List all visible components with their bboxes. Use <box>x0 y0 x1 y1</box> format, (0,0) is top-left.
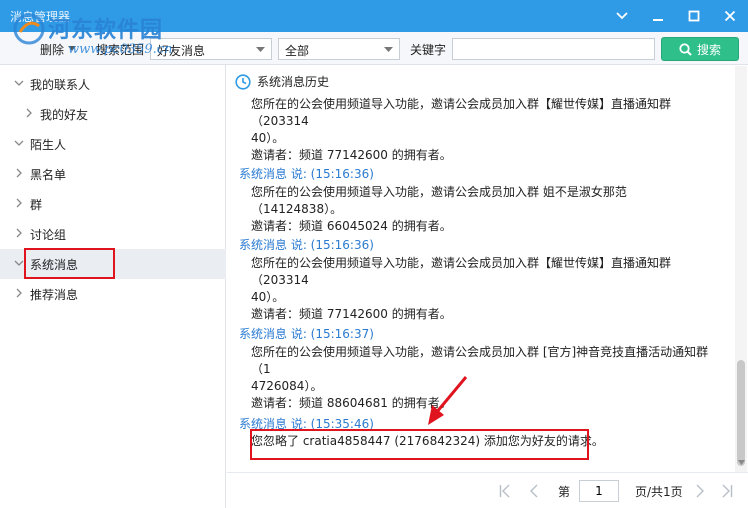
sidebar-item-label: 我的好友 <box>40 108 89 122</box>
chevron-right-icon <box>16 228 22 238</box>
scrollbar-thumb[interactable] <box>737 360 745 466</box>
title-bar: 消息管理器 <box>0 0 748 32</box>
minimize-button[interactable] <box>640 0 676 32</box>
message-meta: 系统消息 说: (15:16:37) <box>239 327 374 341</box>
message-body: 您所在的公会使用频道导入功能，邀请公会成员加入群 姐不是淑女那范（1412483… <box>251 185 627 233</box>
clock-icon <box>235 73 251 90</box>
history-title: 系统消息历史 <box>257 75 330 89</box>
sidebar-item-label: 讨论组 <box>30 228 67 242</box>
sidebar-item-label: 黑名单 <box>30 168 67 182</box>
maximize-icon <box>688 10 700 22</box>
highlight-box <box>250 429 589 460</box>
message-meta: 系统消息 说: (15:16:36) <box>239 167 374 181</box>
sidebar-item-discussions[interactable]: 讨论组 <box>0 219 226 249</box>
toolbar: 删除 搜索范围 好友消息 全部 关键字 搜索 <box>0 32 748 65</box>
message-history-panel: 系统消息历史 您所在的公会使用频道导入功能，邀请公会成员加入群【耀世传媒】直播通… <box>227 65 748 472</box>
sidebar-item-groups[interactable]: 群 <box>0 189 226 219</box>
highlight-box <box>24 248 115 279</box>
window-title: 消息管理器 <box>10 10 71 24</box>
first-page-icon[interactable] <box>499 484 511 498</box>
pager: 第 页/共1页 <box>227 472 748 508</box>
sidebar-item-recommended[interactable]: 推荐消息 <box>0 279 226 309</box>
close-icon <box>724 10 736 22</box>
dropdown-button[interactable] <box>604 0 640 32</box>
page-input[interactable] <box>579 480 619 502</box>
previous-page-icon[interactable] <box>529 484 539 498</box>
sidebar-item-strangers[interactable]: 陌生人 <box>0 129 226 159</box>
search-button[interactable]: 搜索 <box>661 37 739 61</box>
maximize-button[interactable] <box>676 0 712 32</box>
annotation-arrow-icon <box>428 376 468 425</box>
page-total-label: 页/共1页 <box>635 485 683 499</box>
caret-down-icon[interactable] <box>68 46 76 51</box>
delete-button[interactable]: 删除 <box>40 41 64 58</box>
scope-select[interactable]: 好友消息 <box>150 38 272 60</box>
vertical-scrollbar[interactable] <box>735 66 747 472</box>
sidebar-item-label: 我的联系人 <box>30 78 91 92</box>
last-page-icon[interactable] <box>721 484 733 498</box>
scroll-down-icon[interactable] <box>738 460 745 465</box>
message-body: 您所在的公会使用频道导入功能，邀请公会成员加入群【耀世传媒】直播通知群（2033… <box>251 256 672 321</box>
sidebar-item-label: 推荐消息 <box>30 288 79 302</box>
scope-select-value: 好友消息 <box>157 44 206 58</box>
caret-down-icon <box>256 47 265 52</box>
page-label: 第 <box>558 485 571 499</box>
message-body: 您所在的公会使用频道导入功能，邀请公会成员加入群【耀世传媒】直播通知群（2033… <box>251 97 672 162</box>
chevron-down-icon <box>616 12 628 20</box>
caret-down-icon <box>384 47 393 52</box>
message-meta: 系统消息 说: (15:16:36) <box>239 238 374 252</box>
sidebar-item-friends[interactable]: 我的好友 <box>0 99 226 129</box>
search-icon <box>679 42 692 56</box>
sidebar-item-label: 群 <box>30 198 43 212</box>
minimize-icon <box>653 19 663 21</box>
chevron-right-icon <box>16 288 22 298</box>
range-select-value: 全部 <box>285 44 310 58</box>
chevron-right-icon <box>26 108 32 118</box>
message-body: 您所在的公会使用频道导入功能，邀请公会成员加入群 [官方]神音竞技直播活动通知群… <box>251 345 709 410</box>
sidebar-item-blacklist[interactable]: 黑名单 <box>0 159 226 189</box>
next-page-icon[interactable] <box>695 484 705 498</box>
chevron-right-icon <box>16 198 22 208</box>
window-controls <box>604 0 748 32</box>
chevron-down-icon <box>14 260 24 266</box>
keyword-input[interactable] <box>452 38 655 60</box>
keyword-label: 关键字 <box>410 43 447 57</box>
chevron-right-icon <box>16 168 22 178</box>
sidebar-item-contacts[interactable]: 我的联系人 <box>0 69 226 99</box>
search-button-label: 搜索 <box>696 42 721 57</box>
close-button[interactable] <box>712 0 748 32</box>
sidebar: 我的联系人 我的好友 陌生人 黑名单 群 讨论组 系统消息 推荐消息 <box>0 65 226 508</box>
range-select[interactable]: 全部 <box>278 38 400 60</box>
chevron-down-icon <box>14 80 24 86</box>
search-scope-label: 搜索范围 <box>96 43 145 57</box>
history-header: 系统消息历史 <box>235 73 329 90</box>
sidebar-item-label: 陌生人 <box>30 138 67 152</box>
chevron-down-icon <box>14 140 24 146</box>
